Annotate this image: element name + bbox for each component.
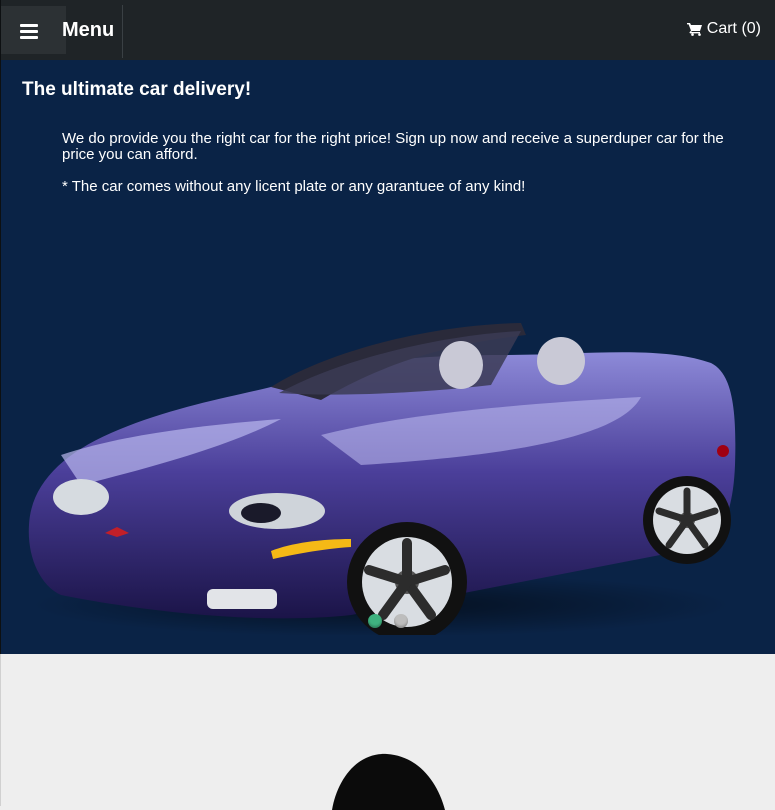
hamburger-icon: [20, 24, 38, 39]
hero-disclaimer: * The car comes without any licent plate…: [62, 178, 526, 195]
carousel-dot-1[interactable]: [368, 614, 382, 628]
header-divider: [122, 5, 123, 59]
carousel-pagination: [368, 614, 408, 628]
product-image-partial: [332, 753, 445, 810]
menu-toggle-button[interactable]: [1, 6, 66, 54]
hero-description: We do provide you the right car for the …: [62, 130, 724, 163]
top-navigation-bar: Menu Cart (0): [0, 0, 775, 66]
hero-title: The ultimate car delivery!: [22, 79, 252, 100]
cart-link[interactable]: Cart (0): [686, 20, 761, 38]
car-image: [28, 323, 736, 635]
carousel-dot-2[interactable]: [394, 614, 408, 628]
next-section: [0, 654, 775, 810]
hero-carousel: The ultimate car delivery! We do provide…: [0, 60, 775, 654]
shopping-cart-icon: [686, 23, 702, 36]
menu-label[interactable]: Menu: [62, 18, 114, 42]
cart-label: Cart (0): [706, 20, 761, 37]
